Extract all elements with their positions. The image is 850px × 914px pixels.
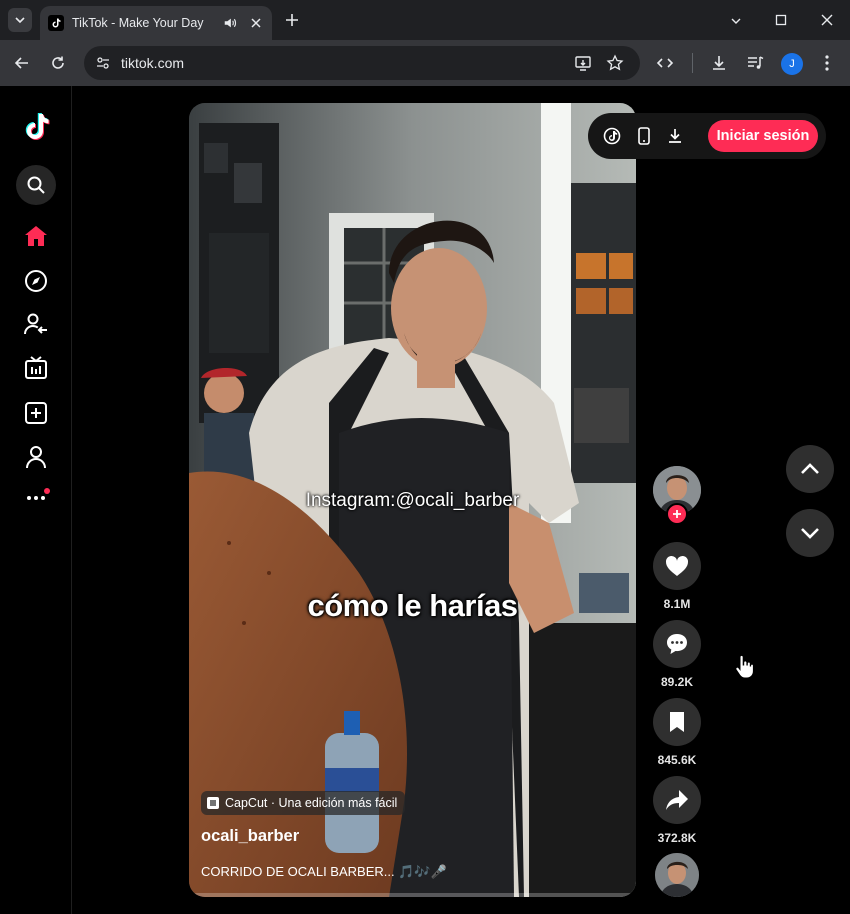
capcut-badge[interactable]: CapCut · Una edición más fácil: [201, 791, 406, 815]
bookmark-star-icon[interactable]: [606, 54, 624, 72]
window-close-icon[interactable]: [812, 6, 842, 34]
share-icon: [666, 790, 688, 810]
close-icon[interactable]: [248, 15, 264, 31]
back-icon[interactable]: [10, 51, 34, 75]
notification-dot: [44, 488, 50, 494]
maximize-icon[interactable]: [766, 6, 796, 34]
toolbar-divider: [692, 53, 693, 73]
menu-icon[interactable]: [815, 51, 839, 75]
like-count: 8.1M: [663, 597, 691, 611]
heart-icon: [665, 555, 689, 576]
devtools-icon[interactable]: [653, 51, 677, 75]
install-app-icon[interactable]: [574, 54, 592, 72]
capcut-label: CapCut · Una edición más fácil: [225, 796, 398, 810]
user-follow-icon[interactable]: [20, 308, 52, 340]
tab-search-button[interactable]: [8, 8, 32, 32]
chevron-down-icon: [15, 17, 25, 24]
more-dots-icon[interactable]: [20, 482, 52, 514]
bookmark-count: 845.6K: [657, 753, 697, 767]
tiktok-logo-icon[interactable]: [20, 110, 52, 142]
video-caption-overlay: cómo le harías: [307, 588, 518, 623]
plus-square-icon[interactable]: [20, 397, 52, 429]
minimize-icon[interactable]: [721, 6, 751, 34]
hand-cursor-icon: [735, 655, 754, 679]
chevron-up-icon: [801, 463, 819, 474]
user-icon[interactable]: [20, 441, 52, 473]
like-button[interactable]: [653, 542, 701, 590]
search-icon: [27, 176, 45, 194]
top-actions-bar: Iniciar sesión: [588, 113, 826, 159]
reload-icon[interactable]: [46, 51, 70, 75]
search-button[interactable]: [16, 165, 56, 205]
chevron-down-icon: [801, 528, 819, 539]
comment-icon: [667, 634, 687, 654]
browser-titlebar: TikTok - Make Your Day: [0, 0, 850, 40]
plus-icon: [673, 510, 681, 518]
audio-icon[interactable]: [222, 15, 238, 31]
compass-icon[interactable]: [20, 265, 52, 297]
music-disc-avatar[interactable]: [655, 853, 699, 897]
profile-avatar[interactable]: J: [781, 53, 803, 75]
comment-button[interactable]: [653, 620, 701, 668]
url-text: tiktok.com: [121, 55, 185, 71]
tab-title: TikTok - Make Your Day: [72, 16, 204, 30]
browser-tab[interactable]: TikTok - Make Your Day: [40, 6, 272, 40]
follow-button[interactable]: [666, 503, 688, 525]
video-player[interactable]: Instagram:@ocali_barber cómo le harías C…: [189, 103, 636, 897]
comment-count: 89.2K: [660, 675, 694, 689]
bookmark-icon: [670, 712, 684, 732]
sidebar: [0, 86, 72, 914]
share-button[interactable]: [653, 776, 701, 824]
video-description[interactable]: CORRIDO DE OCALI BARBER... 🎵🎶🎤: [201, 864, 447, 880]
previous-video-button[interactable]: [786, 445, 834, 493]
share-count: 372.8K: [657, 831, 697, 845]
next-video-button[interactable]: [786, 509, 834, 557]
download-icon[interactable]: [707, 51, 731, 75]
video-author[interactable]: ocali_barber: [201, 827, 299, 846]
new-tab-icon[interactable]: [282, 10, 302, 30]
browser-toolbar: tiktok.com: [0, 40, 850, 86]
media-control-icon[interactable]: [743, 51, 767, 75]
tiktok-favicon: [48, 15, 64, 31]
bookmark-button[interactable]: [653, 698, 701, 746]
video-progress-bar[interactable]: [189, 893, 636, 897]
phone-icon[interactable]: [634, 126, 654, 146]
home-icon[interactable]: [20, 220, 52, 252]
capcut-icon: [207, 797, 219, 809]
tiktok-coin-icon[interactable]: [602, 126, 622, 146]
login-button[interactable]: Iniciar sesión: [708, 120, 818, 152]
site-info-icon[interactable]: [94, 54, 112, 72]
live-tv-icon[interactable]: [20, 352, 52, 384]
instagram-overlay-text: Instagram:@ocali_barber: [305, 490, 520, 511]
download-icon[interactable]: [665, 126, 685, 146]
address-bar[interactable]: tiktok.com: [84, 46, 640, 80]
